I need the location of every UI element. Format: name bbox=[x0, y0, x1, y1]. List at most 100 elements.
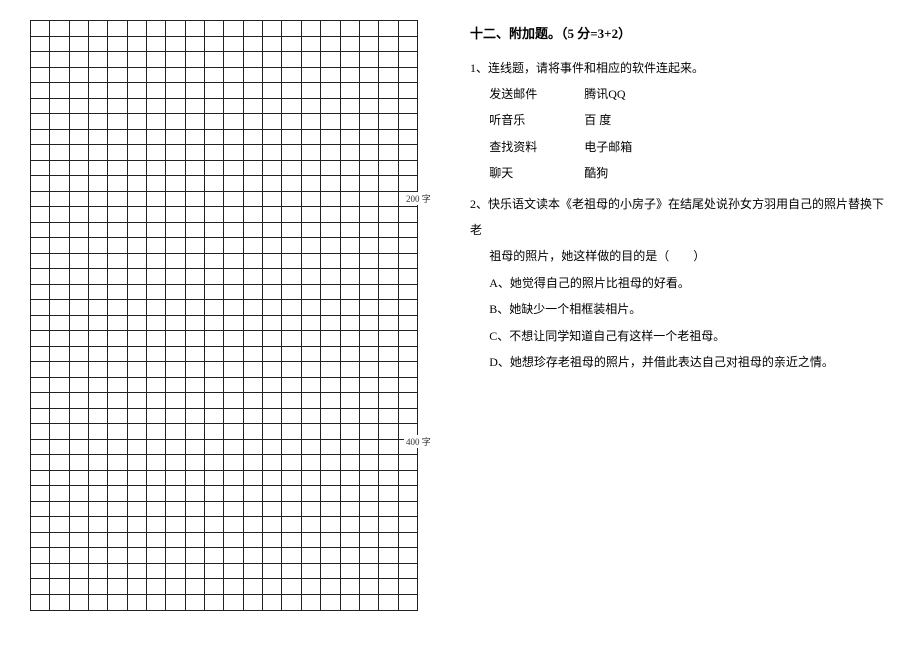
grid-cell bbox=[302, 114, 321, 129]
grid-cell bbox=[31, 192, 50, 207]
grid-cell bbox=[166, 502, 185, 517]
grid-cell bbox=[379, 223, 398, 238]
grid-cell bbox=[379, 362, 398, 377]
grid-cell bbox=[166, 548, 185, 563]
grid-cell bbox=[166, 362, 185, 377]
grid-cell bbox=[89, 362, 108, 377]
grid-cell bbox=[31, 145, 50, 160]
grid-cell bbox=[360, 564, 379, 579]
grid-cell bbox=[31, 486, 50, 501]
grid-cell bbox=[205, 517, 224, 532]
grid-cell bbox=[282, 502, 301, 517]
grid-cell bbox=[128, 285, 147, 300]
grid-cell bbox=[302, 207, 321, 222]
grid-cell bbox=[31, 238, 50, 253]
grid-cell bbox=[31, 285, 50, 300]
grid-cell bbox=[50, 548, 69, 563]
grid-cell bbox=[166, 192, 185, 207]
grid-cell bbox=[147, 331, 166, 346]
grid-cell bbox=[341, 502, 360, 517]
grid-cell bbox=[166, 161, 185, 176]
grid-cell bbox=[128, 21, 147, 36]
grid-cell bbox=[321, 331, 340, 346]
answer-grid-sheet bbox=[30, 20, 418, 611]
grid-cell bbox=[244, 548, 263, 563]
grid-cell bbox=[166, 52, 185, 67]
grid-cell bbox=[205, 130, 224, 145]
q1-pair-3-left: 聊天 bbox=[489, 160, 584, 186]
grid-cell bbox=[341, 83, 360, 98]
grid-cell bbox=[128, 207, 147, 222]
grid-cell bbox=[186, 347, 205, 362]
grid-cell bbox=[282, 564, 301, 579]
grid-cell bbox=[399, 471, 417, 486]
grid-cell bbox=[50, 347, 69, 362]
grid-cell bbox=[341, 285, 360, 300]
grid-cell bbox=[321, 145, 340, 160]
grid-cell bbox=[282, 114, 301, 129]
grid-cell bbox=[341, 378, 360, 393]
grid-cell bbox=[244, 393, 263, 408]
grid-cell bbox=[263, 99, 282, 114]
grid-row bbox=[31, 440, 417, 456]
grid-cell bbox=[224, 207, 243, 222]
grid-cell bbox=[282, 486, 301, 501]
grid-cell bbox=[224, 471, 243, 486]
grid-cell bbox=[205, 52, 224, 67]
grid-cell bbox=[224, 21, 243, 36]
grid-cell bbox=[128, 176, 147, 191]
grid-cell bbox=[360, 161, 379, 176]
grid-cell bbox=[360, 68, 379, 83]
grid-cell bbox=[302, 300, 321, 315]
grid-cell bbox=[128, 300, 147, 315]
grid-cell bbox=[321, 486, 340, 501]
grid-cell bbox=[108, 223, 127, 238]
grid-cell bbox=[321, 564, 340, 579]
grid-cell bbox=[302, 486, 321, 501]
grid-cell bbox=[321, 114, 340, 129]
grid-cell bbox=[302, 362, 321, 377]
grid-cell bbox=[108, 130, 127, 145]
grid-cell bbox=[108, 424, 127, 439]
grid-cell bbox=[147, 486, 166, 501]
grid-cell bbox=[341, 37, 360, 52]
grid-row bbox=[31, 486, 417, 502]
grid-cell bbox=[321, 579, 340, 594]
grid-cell bbox=[399, 331, 417, 346]
grid-cell bbox=[341, 393, 360, 408]
grid-cell bbox=[379, 300, 398, 315]
grid-cell bbox=[186, 21, 205, 36]
grid-cell bbox=[341, 595, 360, 611]
grid-cell bbox=[360, 393, 379, 408]
grid-cell bbox=[263, 37, 282, 52]
grid-cell bbox=[244, 347, 263, 362]
grid-cell bbox=[224, 254, 243, 269]
q1-pair-0: 发送邮件 腾讯QQ bbox=[470, 81, 890, 107]
grid-cell bbox=[108, 579, 127, 594]
grid-cell bbox=[224, 517, 243, 532]
grid-cell bbox=[70, 223, 89, 238]
grid-cell bbox=[50, 300, 69, 315]
grid-cell bbox=[31, 99, 50, 114]
grid-cell bbox=[89, 52, 108, 67]
grid-cell bbox=[244, 192, 263, 207]
grid-cell bbox=[360, 347, 379, 362]
grid-cell bbox=[224, 192, 243, 207]
grid-cell bbox=[70, 192, 89, 207]
grid-cell bbox=[244, 269, 263, 284]
grid-cell bbox=[166, 316, 185, 331]
grid-cell bbox=[282, 440, 301, 455]
grid-cell bbox=[263, 595, 282, 611]
grid-row bbox=[31, 285, 417, 301]
grid-cell bbox=[70, 579, 89, 594]
grid-cell bbox=[147, 471, 166, 486]
grid-cell bbox=[205, 238, 224, 253]
grid-cell bbox=[166, 579, 185, 594]
grid-cell bbox=[89, 269, 108, 284]
grid-cell bbox=[147, 83, 166, 98]
grid-cell bbox=[128, 579, 147, 594]
grid-cell bbox=[282, 393, 301, 408]
grid-cell bbox=[244, 331, 263, 346]
grid-cell bbox=[205, 37, 224, 52]
grid-cell bbox=[166, 68, 185, 83]
